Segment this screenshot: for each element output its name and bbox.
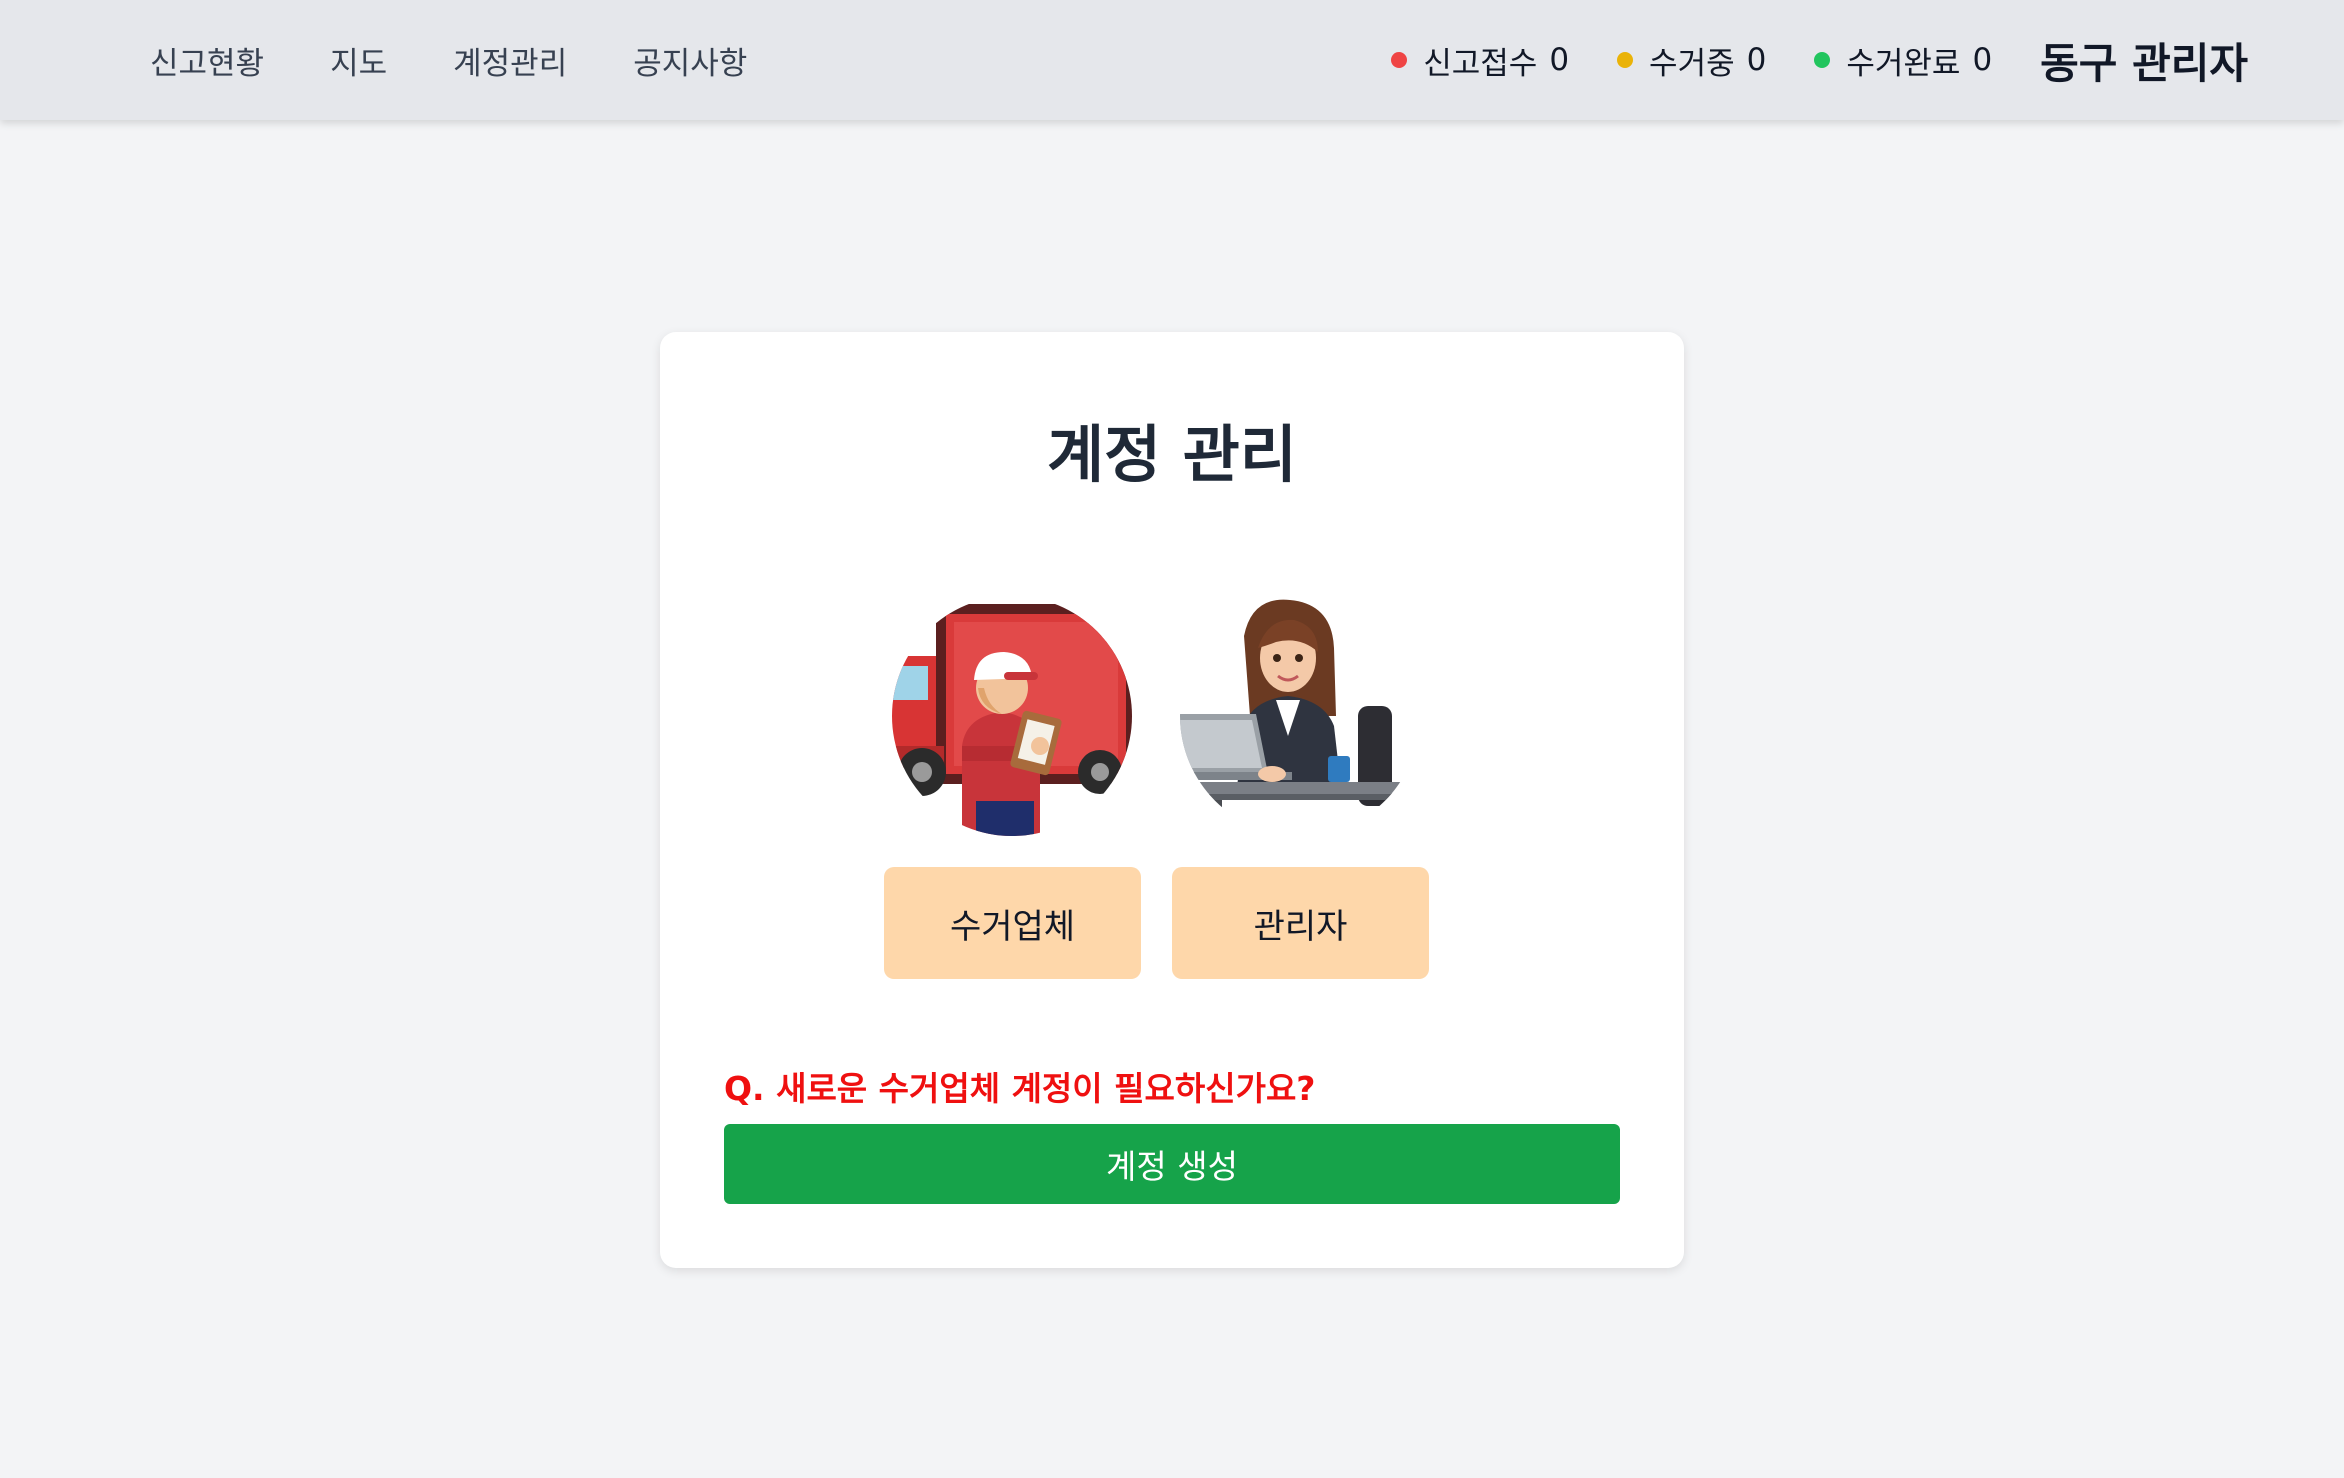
office-admin-illustration <box>1180 596 1420 836</box>
page-title: 계정 관리 <box>1047 418 1297 491</box>
create-account-button[interactable]: 계정 생성 <box>724 1124 1620 1204</box>
delivery-worker-truck-image <box>884 596 1140 836</box>
status-summary: 신고접수 0 수거중 0 수거완료 0 동구 관리자 <box>1391 0 2248 120</box>
status-completed-label: 수거완료 <box>1846 45 1961 82</box>
status-dot-red-icon <box>1391 52 1408 68</box>
main-nav: 신고현황 지도 계정관리 공지사항 <box>150 0 813 120</box>
nav-item-notices[interactable]: 공지사항 <box>633 38 747 83</box>
admin-name: 동구 관리자 <box>2040 38 2248 88</box>
status-dot-yellow-icon <box>1617 52 1634 68</box>
status-dot-green-icon <box>1814 52 1831 68</box>
status-reported-count: 0 <box>1549 42 1570 78</box>
status-completed-count: 0 <box>1972 42 1993 78</box>
nav-item-account-management[interactable]: 계정관리 <box>453 38 567 83</box>
collector-role-button[interactable]: 수거업체 <box>884 867 1141 979</box>
status-completed: 수거완료 0 <box>1814 38 1992 83</box>
office-admin-laptop-image <box>1172 596 1428 836</box>
admin-role-button[interactable]: 관리자 <box>1172 867 1429 979</box>
nav-item-map[interactable]: 지도 <box>330 38 387 83</box>
status-collecting-label: 수거중 <box>1649 45 1735 82</box>
status-reported-label: 신고접수 <box>1423 45 1538 82</box>
nav-item-report-status[interactable]: 신고현황 <box>150 38 264 83</box>
top-navbar: 신고현황 지도 계정관리 공지사항 신고접수 0 수거중 0 수거완료 0 동구… <box>0 0 2344 120</box>
status-collecting-count: 0 <box>1746 42 1767 78</box>
truck-worker-illustration <box>892 596 1132 836</box>
new-account-question: Q. 새로운 수거업체 계정이 필요하신가요? <box>724 1069 1316 1108</box>
status-reported: 신고접수 0 <box>1391 38 1569 83</box>
status-collecting: 수거중 0 <box>1617 38 1766 83</box>
